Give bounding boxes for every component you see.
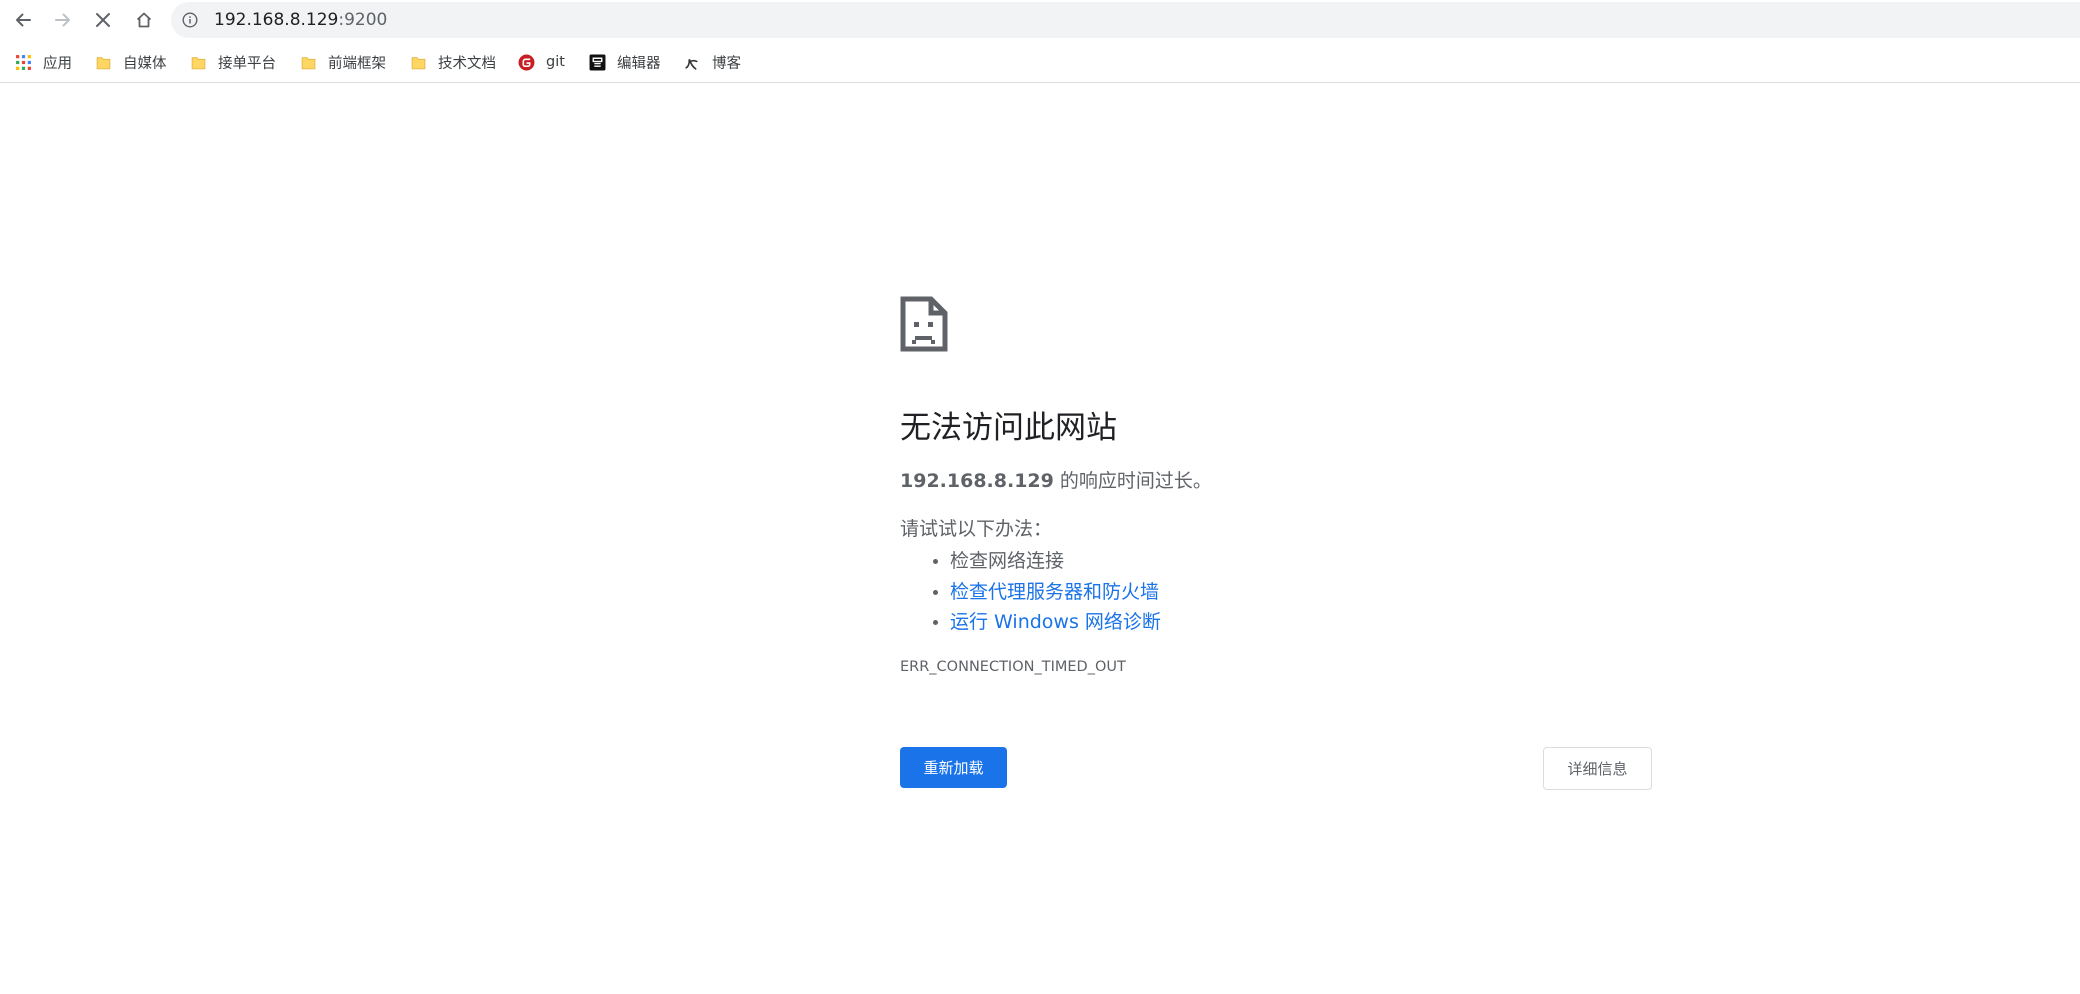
bookmark-apps[interactable]: 应用 [15, 50, 72, 74]
bookmark-editor[interactable]: 编辑器 [589, 50, 661, 74]
sad-page-icon [900, 296, 948, 352]
suggestions-heading: 请试试以下办法： [900, 518, 1053, 540]
url-host: 192.168.8.129 [214, 10, 339, 30]
folder-icon [96, 56, 111, 69]
url-port: :9200 [338, 10, 388, 30]
bookmark-label: 博客 [712, 55, 741, 72]
bookmark-folder-zimeiti[interactable]: 自媒体 [95, 50, 167, 74]
folder-icon [191, 56, 206, 69]
suggestion-network-diagnostics-link[interactable]: 运行 Windows 网络诊断 [950, 611, 1161, 633]
suggestion-check-proxy-link[interactable]: 检查代理服务器和防火墙 [950, 581, 1159, 603]
browser-toolbar: 192.168.8.129:9200 [0, 0, 2080, 39]
error-code: ERR_CONNECTION_TIMED_OUT [900, 659, 1126, 675]
bookmark-label: git [546, 54, 565, 70]
folder-icon [411, 56, 426, 69]
suggestion-item: 运行 Windows 网络诊断 [950, 607, 1161, 638]
reload-button[interactable]: 重新加载 [900, 747, 1007, 788]
suggestions-list: 检查网络连接 检查代理服务器和防火墙 运行 Windows 网络诊断 [900, 546, 1161, 638]
suggestion-check-network: 检查网络连接 [950, 550, 1065, 572]
forward-button[interactable] [47, 4, 78, 35]
suggestion-item: 检查网络连接 [950, 546, 1161, 577]
bookmark-label: 自媒体 [123, 55, 167, 72]
back-button[interactable] [7, 4, 38, 35]
bookmark-git[interactable]: git [518, 50, 565, 74]
url-text[interactable]: 192.168.8.129:9200 [214, 10, 387, 30]
error-summary-text: 的响应时间过长。 [1053, 470, 1212, 492]
suggestion-item: 检查代理服务器和防火墙 [950, 577, 1161, 608]
details-button[interactable]: 详细信息 [1543, 747, 1652, 790]
gitee-icon [518, 54, 535, 70]
bookmark-label: 技术文档 [438, 55, 496, 72]
bookmarks-bar: 应用 自媒体 接单平台 前端框架 技术文档 git 编辑器 博客 [0, 45, 2080, 83]
bookmark-folder-qianduan[interactable]: 前端框架 [300, 50, 386, 74]
bookmark-folder-jishu[interactable]: 技术文档 [410, 50, 496, 74]
apps-grid-icon [16, 54, 31, 70]
info-icon[interactable] [182, 12, 198, 28]
error-summary: 192.168.8.129 的响应时间过长。 [900, 468, 1212, 494]
bookmark-label: 编辑器 [617, 55, 661, 72]
bookmark-folder-jiedan[interactable]: 接单平台 [190, 50, 276, 74]
bookmark-label: 前端框架 [328, 55, 386, 72]
address-bar[interactable]: 192.168.8.129:9200 [171, 2, 2080, 38]
arrow-right-icon [54, 13, 70, 26]
arrow-left-icon [15, 13, 31, 26]
bookmark-label: 应用 [43, 55, 72, 72]
folder-icon [301, 56, 316, 69]
page-title: 无法访问此网站 [900, 410, 1117, 446]
home-icon [136, 12, 151, 27]
home-button[interactable] [128, 4, 159, 35]
error-host: 192.168.8.129 [900, 470, 1054, 492]
stop-loading-button[interactable] [87, 4, 118, 35]
editor-icon [589, 54, 606, 70]
bookmark-blog[interactable]: 博客 [684, 50, 741, 74]
blog-icon [685, 58, 698, 70]
bookmark-label: 接单平台 [218, 55, 276, 72]
close-icon [95, 12, 110, 27]
